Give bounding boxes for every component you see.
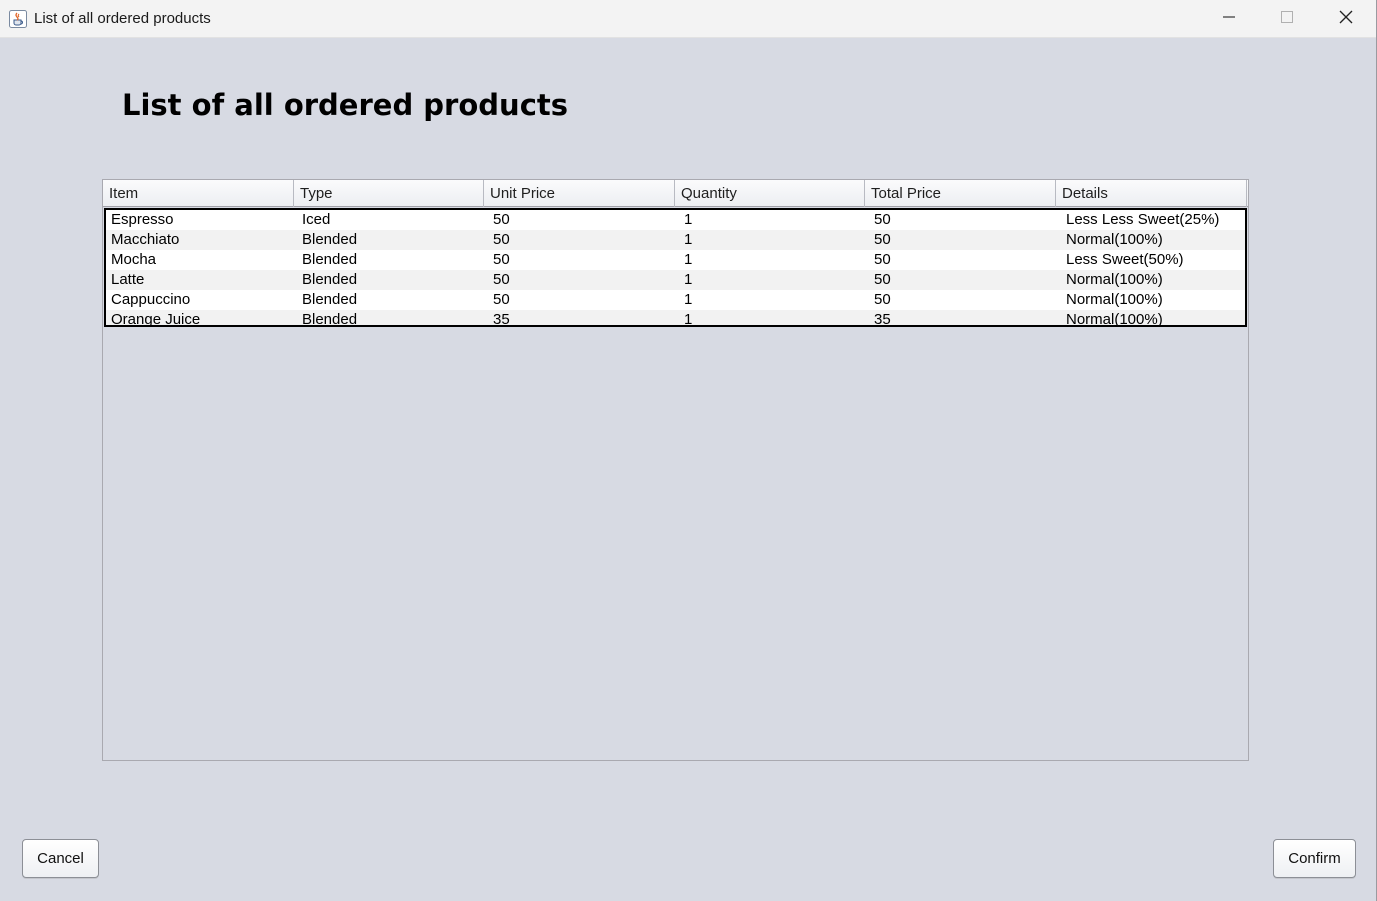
table-row[interactable]: Macchiato Blended 50 1 50 Normal(100%) xyxy=(106,230,1245,250)
cell-details[interactable]: Normal(100%) xyxy=(1061,270,1245,290)
table-body[interactable]: Espresso Iced 50 1 50 Less Less Sweet(25… xyxy=(104,208,1247,327)
minimize-button[interactable] xyxy=(1200,0,1258,38)
title-bar[interactable]: List of all ordered products xyxy=(0,0,1376,38)
window-title: List of all ordered products xyxy=(34,10,211,27)
cell-total-price[interactable]: 50 xyxy=(869,230,1061,250)
column-header-details[interactable]: Details xyxy=(1056,180,1247,207)
cell-item[interactable]: Espresso xyxy=(106,210,297,230)
cancel-button[interactable]: Cancel xyxy=(22,839,99,878)
table-row[interactable]: Latte Blended 50 1 50 Normal(100%) xyxy=(106,270,1245,290)
cell-unit-price[interactable]: 50 xyxy=(488,210,679,230)
cell-type[interactable]: Blended xyxy=(297,310,488,325)
column-header-type[interactable]: Type xyxy=(294,180,484,207)
cell-unit-price[interactable]: 35 xyxy=(488,310,679,325)
cell-type[interactable]: Iced xyxy=(297,210,488,230)
cell-total-price[interactable]: 50 xyxy=(869,270,1061,290)
cell-quantity[interactable]: 1 xyxy=(679,270,869,290)
column-header-unit-price[interactable]: Unit Price xyxy=(484,180,675,207)
close-button[interactable] xyxy=(1317,0,1375,38)
cell-type[interactable]: Blended xyxy=(297,230,488,250)
cell-type[interactable]: Blended xyxy=(297,290,488,310)
column-header-total-price[interactable]: Total Price xyxy=(865,180,1056,207)
table-row[interactable]: Espresso Iced 50 1 50 Less Less Sweet(25… xyxy=(106,210,1245,230)
column-header-quantity[interactable]: Quantity xyxy=(675,180,865,207)
cell-item[interactable]: Orange Juice xyxy=(106,310,297,325)
cell-details[interactable]: Normal(100%) xyxy=(1061,310,1245,325)
cell-item[interactable]: Cappuccino xyxy=(106,290,297,310)
cell-unit-price[interactable]: 50 xyxy=(488,250,679,270)
cell-unit-price[interactable]: 50 xyxy=(488,230,679,250)
cell-item[interactable]: Mocha xyxy=(106,250,297,270)
table-header: Item Type Unit Price Quantity Total Pric… xyxy=(103,180,1248,207)
confirm-button[interactable]: Confirm xyxy=(1273,839,1356,878)
cell-details[interactable]: Normal(100%) xyxy=(1061,290,1245,310)
cell-quantity[interactable]: 1 xyxy=(679,250,869,270)
table-scroll-pane[interactable]: Item Type Unit Price Quantity Total Pric… xyxy=(102,179,1249,761)
cell-details[interactable]: Less Sweet(50%) xyxy=(1061,250,1245,270)
table-row[interactable]: Cappuccino Blended 50 1 50 Normal(100%) xyxy=(106,290,1245,310)
cell-quantity[interactable]: 1 xyxy=(679,210,869,230)
cell-unit-price[interactable]: 50 xyxy=(488,270,679,290)
column-header-item[interactable]: Item xyxy=(103,180,294,207)
cell-quantity[interactable]: 1 xyxy=(679,310,869,325)
cell-total-price[interactable]: 50 xyxy=(869,250,1061,270)
maximize-icon xyxy=(1281,10,1293,28)
cell-unit-price[interactable]: 50 xyxy=(488,290,679,310)
cell-total-price[interactable]: 50 xyxy=(869,210,1061,230)
cell-type[interactable]: Blended xyxy=(297,270,488,290)
table-row[interactable]: Orange Juice Blended 35 1 35 Normal(100%… xyxy=(106,310,1245,325)
cell-details[interactable]: Normal(100%) xyxy=(1061,230,1245,250)
cell-quantity[interactable]: 1 xyxy=(679,230,869,250)
dialog-window: List of all ordered products List of all… xyxy=(0,0,1377,901)
minimize-icon xyxy=(1223,10,1235,28)
close-icon xyxy=(1339,10,1353,29)
table-row[interactable]: Mocha Blended 50 1 50 Less Sweet(50%) xyxy=(106,250,1245,270)
cell-total-price[interactable]: 50 xyxy=(869,290,1061,310)
cell-total-price[interactable]: 35 xyxy=(869,310,1061,325)
java-cup-icon xyxy=(9,10,27,28)
cell-details[interactable]: Less Less Sweet(25%) xyxy=(1061,210,1245,230)
page-title: List of all ordered products xyxy=(122,88,569,122)
maximize-button[interactable] xyxy=(1258,0,1316,38)
cell-item[interactable]: Latte xyxy=(106,270,297,290)
cell-quantity[interactable]: 1 xyxy=(679,290,869,310)
cell-item[interactable]: Macchiato xyxy=(106,230,297,250)
cell-type[interactable]: Blended xyxy=(297,250,488,270)
